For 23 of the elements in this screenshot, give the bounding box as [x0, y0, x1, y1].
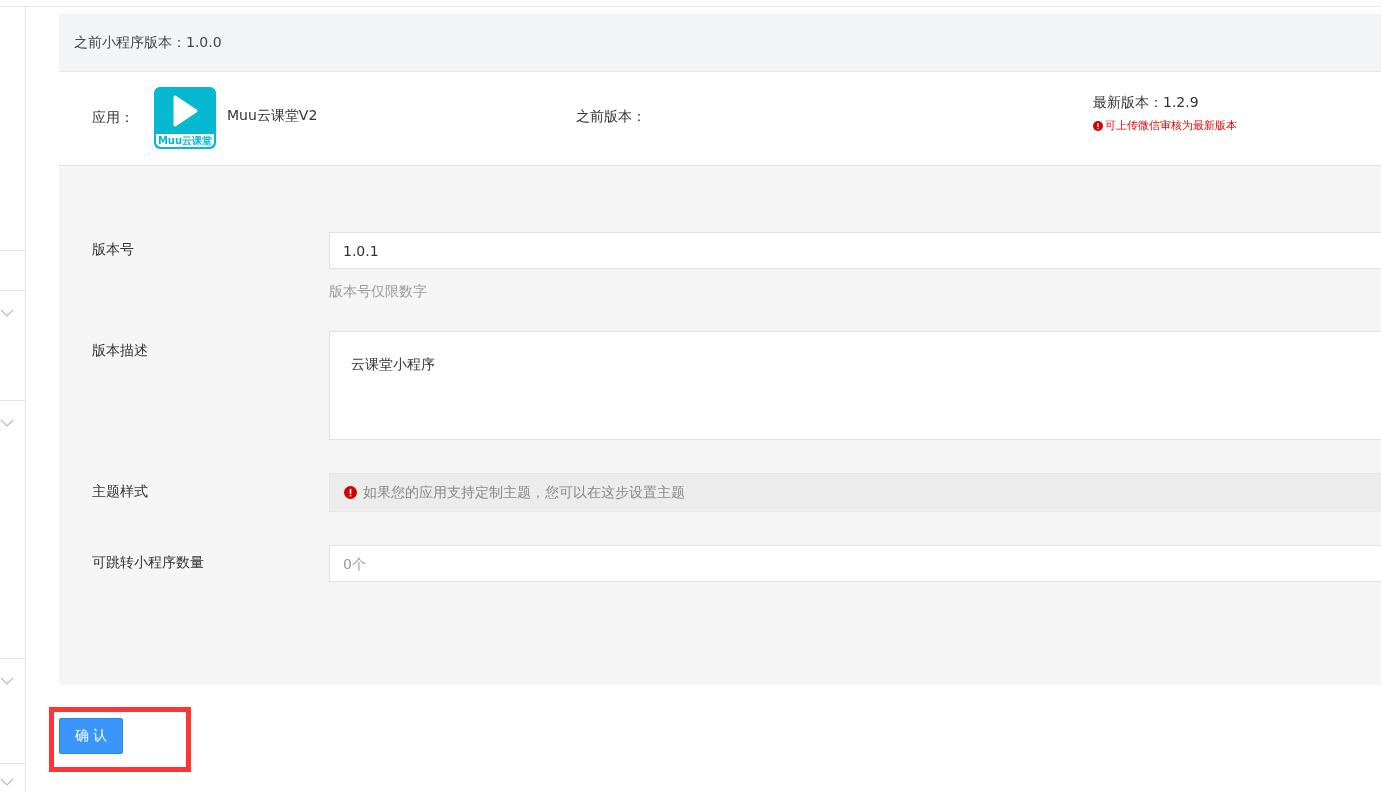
play-icon [172, 95, 198, 127]
field-label: 版本号 [91, 241, 135, 259]
field-label: 版本描述 [91, 342, 149, 360]
alert-icon [1093, 120, 1103, 131]
logo-caption: Muu云课堂 [156, 134, 214, 147]
text-input[interactable]: 0个 [329, 545, 1381, 582]
previous-version-text: 之前小程序版本：1.0.0 [74, 33, 222, 52]
text-input[interactable]: 1.0.1 [329, 232, 1381, 269]
notice-text: 如果您的应用支持定制主题，您可以在这步设置主题 [363, 483, 685, 502]
field-label: 主题样式 [91, 483, 149, 501]
field-label: 可跳转小程序数量 [91, 554, 205, 572]
app-label: 应用： [92, 109, 134, 127]
chevron-down-icon[interactable] [0, 309, 14, 317]
app-name: Muu云课堂V2 [227, 107, 318, 125]
chevron-down-icon[interactable] [0, 419, 14, 427]
chevron-down-icon[interactable] [0, 677, 14, 685]
latest-version: 最新版本：1.2.9 [1093, 94, 1200, 112]
textarea-field[interactable]: 云课堂小程序 [329, 331, 1381, 440]
previous-version-label: 之前版本： [576, 108, 646, 126]
field-hint: 版本号仅限数字 [329, 283, 428, 301]
alert-icon [344, 486, 357, 499]
note-text: 可上传微信审核为最新版本 [1105, 118, 1237, 133]
chevron-down-icon[interactable] [0, 778, 14, 786]
